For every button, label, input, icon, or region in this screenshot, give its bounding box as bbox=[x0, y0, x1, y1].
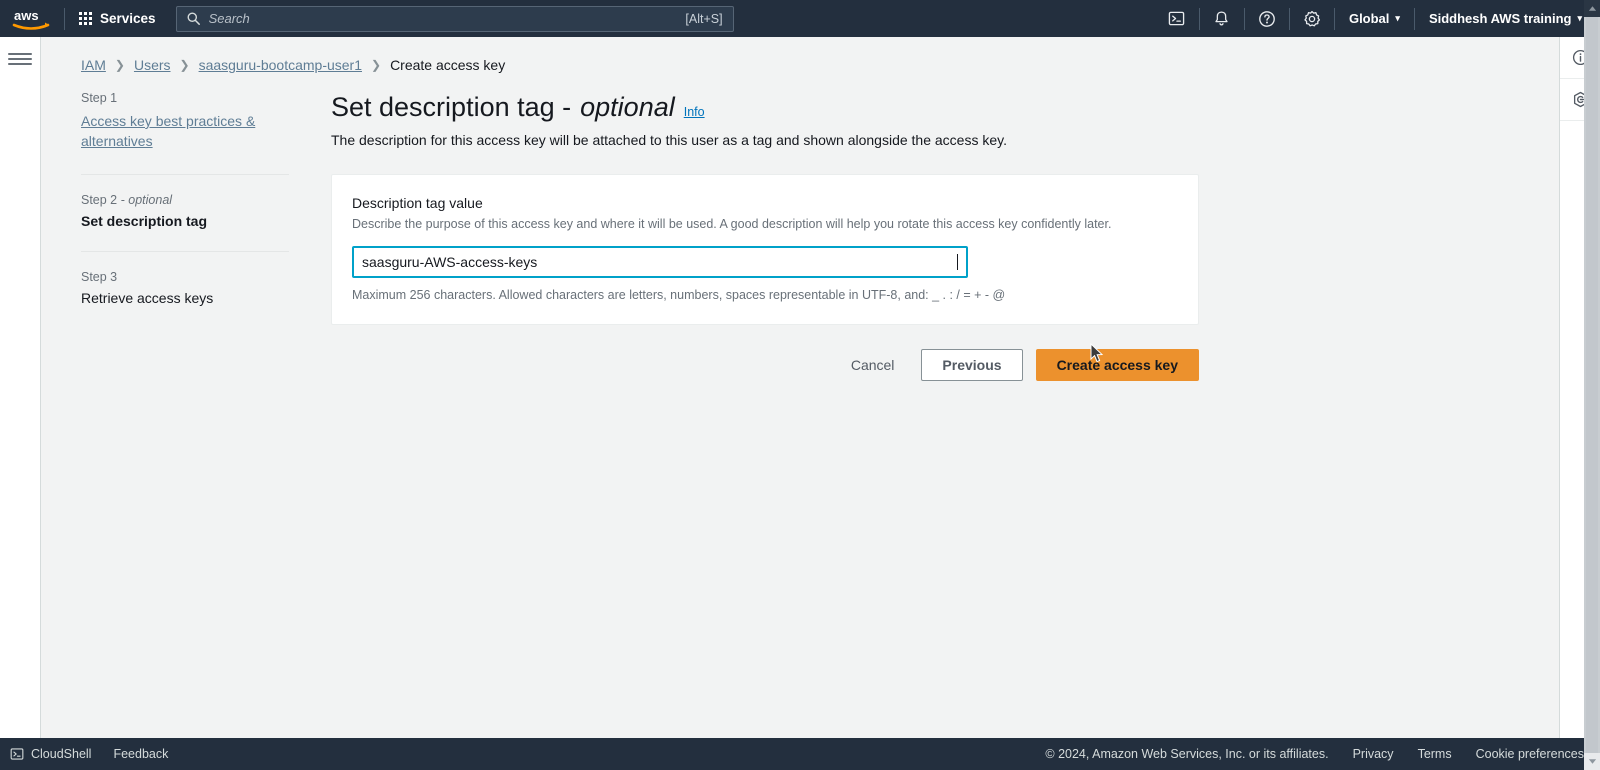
scrollbar-up-arrow-icon[interactable] bbox=[1584, 0, 1600, 17]
services-menu-button[interactable]: Services bbox=[67, 0, 168, 37]
description-tag-label: Description tag value bbox=[352, 195, 483, 212]
footer-cloudshell-button[interactable]: CloudShell bbox=[10, 747, 91, 761]
footer-bar: CloudShell Feedback © 2024, Amazon Web S… bbox=[0, 738, 1600, 770]
footer-feedback-link[interactable]: Feedback bbox=[113, 747, 168, 761]
svg-text:aws: aws bbox=[14, 8, 39, 23]
region-selector[interactable]: Global ▾ bbox=[1337, 0, 1412, 37]
services-label: Services bbox=[100, 11, 156, 26]
cloudshell-icon[interactable] bbox=[1157, 0, 1197, 37]
step-3-label: Step 3 bbox=[81, 269, 118, 284]
wizard-step-3: Step 3 Retrieve access keys bbox=[81, 270, 299, 306]
nav-divider bbox=[64, 7, 65, 30]
step-divider bbox=[81, 173, 289, 175]
bell-icon[interactable] bbox=[1202, 0, 1242, 37]
step-divider bbox=[81, 250, 289, 252]
breadcrumb-separator-icon: ❯ bbox=[371, 58, 382, 72]
step-2-label: Step 2 - optional bbox=[81, 193, 299, 207]
step-2-number: Step 2 bbox=[81, 192, 118, 207]
breadcrumb-item-user[interactable]: saasguru-bootcamp-user1 bbox=[199, 57, 362, 73]
cloudshell-icon bbox=[10, 747, 24, 761]
description-tag-input[interactable] bbox=[362, 253, 959, 270]
previous-button[interactable]: Previous bbox=[921, 348, 1023, 381]
description-tag-help-text: Describe the purpose of this access key … bbox=[352, 217, 1112, 232]
cancel-button[interactable]: Cancel bbox=[837, 349, 909, 381]
breadcrumb-separator-icon: ❯ bbox=[179, 58, 190, 72]
account-menu[interactable]: Siddhesh AWS training ▾ bbox=[1417, 0, 1594, 37]
description-tag-input-wrapper[interactable] bbox=[352, 245, 968, 278]
breadcrumb: IAM ❯ Users ❯ saasguru-bootcamp-user1 ❯ … bbox=[41, 37, 1559, 73]
step-3-title: Retrieve access keys bbox=[81, 289, 214, 306]
step-1-title[interactable]: Access key best practices & alternatives bbox=[81, 111, 299, 152]
footer-privacy-link[interactable]: Privacy bbox=[1353, 747, 1394, 761]
global-search-box[interactable]: [Alt+S] bbox=[175, 5, 734, 32]
nav-divider bbox=[1333, 7, 1335, 30]
breadcrumb-item-iam[interactable]: IAM bbox=[81, 57, 106, 73]
left-navigation-rail bbox=[0, 37, 41, 738]
wizard-step-1: Step 1 Access key best practices & alter… bbox=[81, 91, 299, 152]
page-body: IAM ❯ Users ❯ saasguru-bootcamp-user1 ❯ … bbox=[0, 37, 1600, 738]
search-input[interactable] bbox=[208, 11, 686, 26]
settings-icon[interactable] bbox=[1292, 0, 1332, 37]
wizard-steps: Step 1 Access key best practices & alter… bbox=[81, 91, 331, 381]
nav-divider bbox=[1198, 7, 1200, 30]
footer-left-group: CloudShell Feedback bbox=[10, 747, 168, 761]
grid-icon bbox=[79, 12, 92, 25]
region-label: Global bbox=[1348, 11, 1390, 26]
description-tag-panel: Description tag value Describe the purpo… bbox=[331, 174, 1199, 325]
wizard-main-panel: Set description tag - optional Info The … bbox=[331, 91, 1211, 381]
chevron-down-icon: ▾ bbox=[1395, 13, 1400, 23]
chevron-down-icon: ▾ bbox=[1577, 13, 1582, 23]
aws-logo[interactable]: aws bbox=[0, 0, 62, 37]
create-access-key-button[interactable]: Create access key bbox=[1035, 348, 1199, 381]
wizard-actions: Cancel Previous Create access key bbox=[331, 348, 1199, 381]
hamburger-menu-icon[interactable] bbox=[8, 49, 32, 69]
breadcrumb-separator-icon: ❯ bbox=[114, 58, 125, 72]
page-title: Set description tag - optional Info bbox=[331, 91, 1211, 123]
search-icon bbox=[187, 12, 200, 25]
top-navigation-bar: aws Services [Alt+S] bbox=[0, 0, 1600, 37]
footer-feedback-label: Feedback bbox=[113, 747, 169, 761]
account-label: Siddhesh AWS training bbox=[1428, 11, 1572, 26]
page-subtitle: The description for this access key will… bbox=[331, 132, 1007, 149]
step-2-optional-tag: - optional bbox=[120, 192, 173, 207]
step-1-label: Step 1 bbox=[81, 91, 118, 105]
description-tag-constraint: Maximum 256 characters. Allowed characte… bbox=[352, 287, 1006, 302]
footer-terms-link[interactable]: Terms bbox=[1418, 747, 1452, 761]
footer-copyright: © 2024, Amazon Web Services, Inc. or its… bbox=[1045, 747, 1329, 761]
footer-cookie-preferences-link[interactable]: Cookie preferences bbox=[1476, 747, 1584, 761]
page-title-optional: optional bbox=[580, 92, 675, 122]
wizard-step-2: Step 2 - optional Set description tag bbox=[81, 193, 299, 229]
search-shortcut-hint: [Alt+S] bbox=[685, 11, 723, 26]
nav-divider bbox=[1243, 7, 1245, 30]
wizard-layout: Step 1 Access key best practices & alter… bbox=[41, 73, 1559, 381]
text-cursor bbox=[957, 253, 958, 270]
page-title-text: Set description tag - bbox=[331, 92, 572, 122]
aws-console-page: aws Services [Alt+S] bbox=[0, 0, 1600, 770]
main-content: IAM ❯ Users ❯ saasguru-bootcamp-user1 ❯ … bbox=[41, 37, 1559, 738]
nav-divider bbox=[1413, 7, 1415, 30]
breadcrumb-item-users[interactable]: Users bbox=[134, 57, 171, 73]
scrollbar-thumb[interactable] bbox=[1586, 17, 1598, 753]
help-icon[interactable] bbox=[1247, 0, 1287, 37]
footer-cloudshell-label: CloudShell bbox=[31, 747, 92, 761]
step-2-title: Set description tag bbox=[81, 212, 208, 229]
breadcrumb-item-current: Create access key bbox=[390, 57, 506, 73]
scrollbar-down-arrow-icon[interactable] bbox=[1584, 753, 1600, 770]
nav-icon-group: Global ▾ Siddhesh AWS training ▾ bbox=[1157, 0, 1594, 37]
info-link[interactable]: Info bbox=[684, 105, 705, 120]
nav-divider bbox=[1288, 7, 1290, 30]
page-scrollbar[interactable] bbox=[1584, 0, 1600, 770]
footer-right-group: © 2024, Amazon Web Services, Inc. or its… bbox=[1045, 747, 1584, 761]
